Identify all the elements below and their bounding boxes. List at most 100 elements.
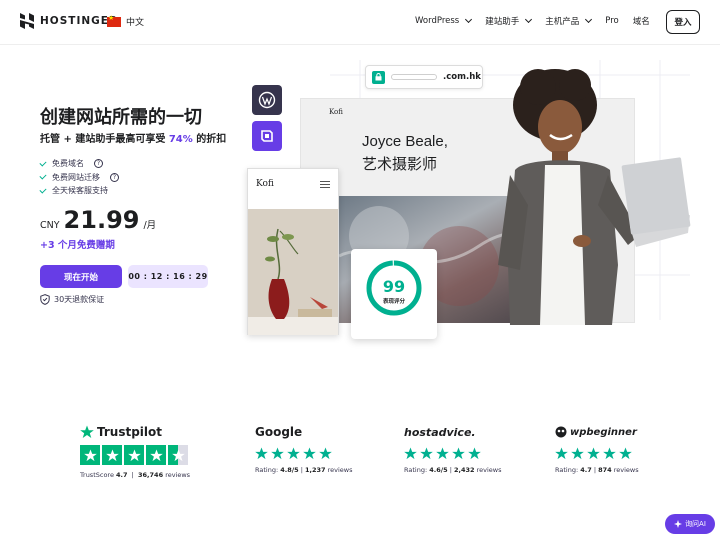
page: HOSTINGER 中文 WordPress 建站助手 主机产品 Pro xyxy=(0,0,720,540)
star-icon xyxy=(603,447,616,460)
main-menu: WordPress 建站助手 主机产品 Pro 域名 xyxy=(415,15,650,27)
google-logo: Google xyxy=(255,424,353,440)
help-icon[interactable]: ? xyxy=(110,172,119,182)
star-icon xyxy=(452,447,465,460)
feature-label: 免费域名 xyxy=(52,159,84,169)
review-brand-name: Trustpilot xyxy=(97,425,163,439)
feature-item-support: 全天候客服支持 xyxy=(39,184,119,198)
chevron-down-icon xyxy=(585,15,593,24)
review-google[interactable]: Google Rating: 4.8/5 | 1,237 reviews xyxy=(255,424,353,474)
score-label: Rating: xyxy=(404,466,428,474)
login-button[interactable]: 登入 xyxy=(666,10,700,34)
star-icon xyxy=(420,447,433,460)
score-value: 4.7 xyxy=(580,466,592,474)
ask-ai-button[interactable]: 询问AI xyxy=(665,514,715,534)
money-back-guarantee: 30天退款保证 xyxy=(40,294,104,305)
score-value: 4.8/5 xyxy=(280,466,299,474)
language-label: 中文 xyxy=(126,18,145,28)
star-icon xyxy=(468,447,481,460)
menu-item-hosting[interactable]: 主机产品 xyxy=(545,15,593,27)
menu-item-website-builder[interactable]: 建站助手 xyxy=(485,15,533,27)
hero-subtitle: 托管 + 建站助手最高可享受 74% 的折扣 xyxy=(40,130,226,145)
review-wpbeginner[interactable]: wpbeginner Rating: 4.7 | 874 reviews xyxy=(555,424,639,474)
star-icon xyxy=(102,445,122,465)
score-value: 4.7 xyxy=(116,471,128,479)
half-star-icon xyxy=(168,445,188,465)
star-icon xyxy=(287,447,300,460)
menu-item-label: 建站助手 xyxy=(485,17,520,27)
hostadvice-logo: hostadvice. xyxy=(404,424,502,440)
hero-subtitle-prefix: 托管 + 建站助手最高可享受 xyxy=(40,134,169,145)
hero-title: 创建网站所需的一切 xyxy=(40,107,202,128)
rating-stars xyxy=(555,447,639,460)
feature-item-free-domain: 免费域名 ? xyxy=(39,157,119,171)
check-icon xyxy=(39,172,47,180)
wordpress-button[interactable] xyxy=(252,85,282,115)
score-value: 99 xyxy=(382,277,406,296)
wpbeginner-icon xyxy=(555,426,567,438)
hamburger-menu-icon xyxy=(320,181,330,188)
help-icon[interactable]: ? xyxy=(94,159,103,169)
feature-item-free-migration: 免费网站迁移 ? xyxy=(39,171,119,185)
star-icon xyxy=(587,447,600,460)
star-icon xyxy=(271,447,284,460)
trustpilot-stars xyxy=(80,445,190,465)
review-count-label: reviews xyxy=(476,466,502,474)
review-summary: TrustScore 4.7 | 36,746 reviews xyxy=(80,471,191,479)
review-trustpilot[interactable]: Trustpilot TrustScore 4.7 | 36,746 revie… xyxy=(80,424,190,479)
chevron-down-icon xyxy=(525,15,533,24)
lock-icon xyxy=(372,70,385,84)
language-selector[interactable]: 中文 xyxy=(107,14,145,28)
star-icon xyxy=(146,445,166,465)
star-icon xyxy=(404,447,417,460)
price: CNY 21.99 /月 xyxy=(40,206,156,234)
menu-item-domains[interactable]: 域名 xyxy=(633,15,650,27)
check-icon xyxy=(39,159,47,167)
builder-icon xyxy=(261,130,273,142)
site-person-name: Joyce Beale, xyxy=(362,133,448,150)
rating-stars xyxy=(255,447,353,460)
review-count-label: reviews xyxy=(327,466,353,474)
china-flag-icon xyxy=(107,14,121,27)
review-count: 2,432 xyxy=(453,466,475,474)
vase-photo xyxy=(248,209,338,335)
domain-suffix: .com.hk xyxy=(443,72,481,82)
price-currency: CNY xyxy=(40,220,60,231)
performance-score-card: 99 表现评分 xyxy=(351,249,437,339)
guarantee-label: 30天退款保证 xyxy=(54,295,105,304)
rating-stars xyxy=(404,447,502,460)
star-icon xyxy=(571,447,584,460)
url-placeholder-pill xyxy=(391,74,437,80)
mobile-site-logo: Kofi xyxy=(256,179,274,189)
site-logo: Kofi xyxy=(329,108,343,116)
review-count: 36,746 xyxy=(138,471,164,479)
menu-item-label: Pro xyxy=(605,16,619,26)
star-icon xyxy=(124,445,144,465)
review-brand-name: wpbeginner xyxy=(570,426,637,438)
menu-item-label: 域名 xyxy=(632,17,650,27)
star-icon xyxy=(255,447,268,460)
menu-item-wordpress[interactable]: WordPress xyxy=(415,15,473,27)
star-icon xyxy=(80,425,94,438)
hostinger-logo[interactable]: HOSTINGER xyxy=(20,13,118,29)
score-label: Rating: xyxy=(255,466,279,474)
review-summary: Rating: 4.6/5 | 2,432 reviews xyxy=(404,466,502,474)
price-period: /月 xyxy=(143,220,157,231)
star-icon xyxy=(80,445,100,465)
menu-item-pro[interactable]: Pro xyxy=(605,15,619,27)
review-count: 874 xyxy=(598,466,612,474)
review-hostadvice[interactable]: hostadvice. Rating: 4.6/5 | 2,432 review… xyxy=(404,424,502,475)
check-icon xyxy=(39,186,47,194)
star-icon xyxy=(619,447,632,460)
photographer-portrait xyxy=(498,69,691,325)
domain-url-bar: .com.hk xyxy=(365,65,483,89)
wpbeginner-logo: wpbeginner xyxy=(555,424,639,440)
star-icon xyxy=(436,447,449,460)
website-builder-button[interactable] xyxy=(252,121,282,151)
bonus-months: +3 个月免费赠期 xyxy=(40,240,115,251)
review-count-label: reviews xyxy=(613,466,639,474)
start-now-button[interactable]: 现在开始 xyxy=(40,265,122,288)
chevron-down-icon xyxy=(465,15,473,24)
score-label: Rating: xyxy=(555,466,579,474)
review-summary: Rating: 4.8/5 | 1,237 reviews xyxy=(255,466,353,474)
